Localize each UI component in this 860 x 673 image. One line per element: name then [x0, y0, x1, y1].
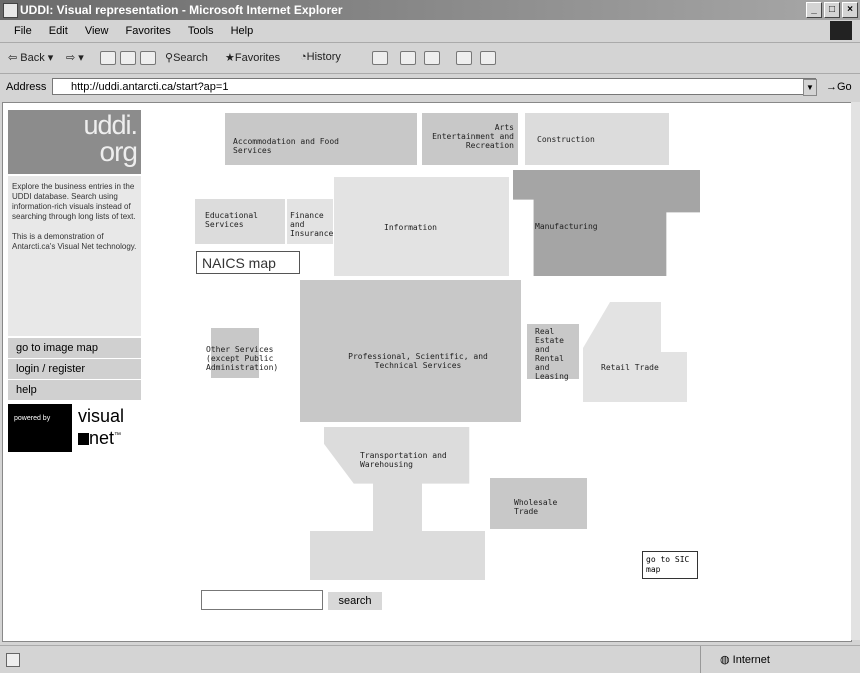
address-bar: Address http://uddi.antarcti.ca/start?ap…: [0, 74, 860, 100]
search-input[interactable]: [201, 590, 323, 610]
home-icon[interactable]: [140, 51, 156, 65]
sidebar: uddi. org Explore the business entries i…: [8, 110, 141, 455]
search-button[interactable]: search: [328, 592, 382, 610]
sic-map-button[interactable]: go to SIC map: [642, 551, 698, 579]
forward-button[interactable]: ⇨ ▾: [66, 51, 84, 64]
address-label: Address: [6, 81, 47, 93]
print-icon[interactable]: [400, 51, 416, 65]
favorites-toolbar-button[interactable]: ★Favorites: [225, 51, 280, 64]
status-divider: [700, 646, 701, 673]
toolbar: ⇦ Back ▾ ⇨ ▾ ⚲Search ★Favorites ◔History: [0, 43, 860, 74]
map-region-educational[interactable]: Educational Services: [195, 199, 285, 244]
search-toolbar-button[interactable]: ⚲Search: [165, 51, 208, 64]
mail-icon[interactable]: [372, 51, 388, 65]
status-bar: ◍ Internet: [0, 645, 860, 673]
refresh-icon[interactable]: [120, 51, 136, 65]
menu-view[interactable]: View: [85, 25, 109, 37]
minimize-button[interactable]: _: [806, 2, 822, 18]
go-button[interactable]: →Go: [826, 81, 852, 93]
stop-icon[interactable]: [100, 51, 116, 65]
map-region-accommodation[interactable]: Accommodation and Food Services: [225, 113, 417, 165]
scrollbar[interactable]: [851, 102, 860, 640]
menu-tools[interactable]: Tools: [188, 25, 214, 37]
discuss-icon[interactable]: [456, 51, 472, 65]
demo-text: This is a demonstration of Antarcti.ca's…: [12, 232, 137, 251]
maximize-button[interactable]: □: [824, 2, 840, 18]
zone-indicator: ◍ Internet: [720, 654, 770, 666]
naics-map-button[interactable]: NAICS map: [196, 251, 300, 274]
intro-text: Explore the business entries in the UDDI…: [12, 182, 136, 221]
history-toolbar-button[interactable]: ◔History: [300, 51, 341, 63]
go-to-image-map-button[interactable]: go to image map: [8, 338, 141, 358]
map-region-professional[interactable]: Professional, Scientific, and Technical …: [300, 280, 521, 422]
windows-logo-icon: [830, 21, 852, 40]
visual-net-logo[interactable]: visual net™: [78, 406, 124, 448]
map-region-construction[interactable]: Construction: [525, 113, 669, 165]
menu-help[interactable]: Help: [231, 25, 254, 37]
title-bar: UDDI: Visual representation - Microsoft …: [0, 0, 860, 20]
menu-file[interactable]: File: [14, 25, 32, 37]
map-region-real-estate[interactable]: Real Estate and Rental and Leasing: [527, 324, 579, 381]
powered-by-label: powered by: [8, 404, 72, 452]
menu-bar: File Edit View Favorites Tools Help: [0, 20, 860, 43]
login-register-button[interactable]: login / register: [8, 359, 141, 379]
help-button[interactable]: help: [8, 380, 141, 400]
menu-favorites[interactable]: Favorites: [126, 25, 171, 37]
edit-icon[interactable]: [424, 51, 440, 65]
map-region-information[interactable]: Information: [334, 177, 509, 276]
uddi-logo[interactable]: uddi. org: [8, 110, 141, 174]
window-title: UDDI: Visual representation - Microsoft …: [20, 3, 343, 17]
close-button[interactable]: ×: [842, 2, 858, 18]
address-input[interactable]: http://uddi.antarcti.ca/start?ap=1: [52, 78, 816, 95]
back-button[interactable]: ⇦ Back ▾: [8, 51, 53, 64]
page-icon: [6, 653, 20, 667]
chevron-down-icon[interactable]: ▼: [803, 79, 817, 96]
messenger-icon[interactable]: [480, 51, 496, 65]
map-region-wholesale[interactable]: Wholesale Trade: [490, 478, 587, 529]
ie-icon: [3, 3, 18, 18]
menu-edit[interactable]: Edit: [49, 25, 68, 37]
map-region-finance[interactable]: Finance and Insurance: [287, 199, 333, 244]
sidebar-description: Explore the business entries in the UDDI…: [8, 176, 141, 336]
map-region-arts[interactable]: Arts Entertainment and Recreation: [422, 113, 518, 165]
other-services-label: Other Services (except Public Administra…: [206, 345, 279, 372]
